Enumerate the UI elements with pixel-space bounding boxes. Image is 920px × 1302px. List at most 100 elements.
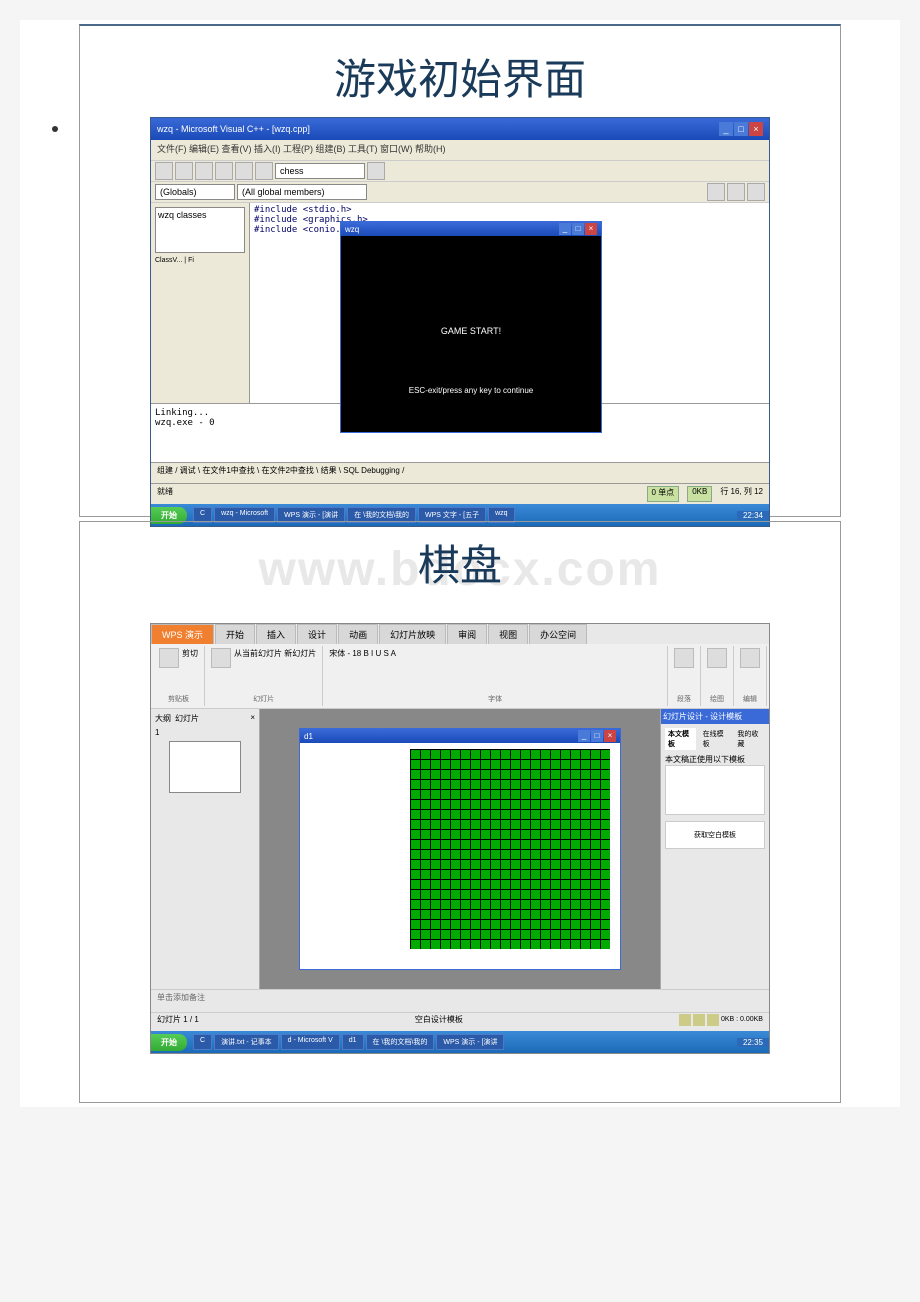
- tree-tabs[interactable]: ClassV... | Fi: [155, 257, 245, 264]
- status-icons: 0KB : 0.00KB: [679, 1014, 763, 1030]
- status-badge-1: 0 单点: [647, 486, 680, 502]
- task-item[interactable]: d1: [342, 1034, 364, 1050]
- vc-body: wzq classes ClassV... | Fi #include <std…: [151, 203, 769, 403]
- paste-icon[interactable]: [159, 648, 179, 668]
- maximize-icon[interactable]: □: [572, 223, 584, 235]
- rtab-online[interactable]: 在线模板: [700, 728, 731, 750]
- status-zoom: 0KB : 0.00KB: [721, 1014, 763, 1026]
- vc-menubar[interactable]: 文件(F) 编辑(E) 查看(V) 插入(I) 工程(P) 组建(B) 工具(T…: [151, 140, 769, 161]
- slide-thumbnail[interactable]: [169, 741, 241, 793]
- tab-insert[interactable]: 插入: [256, 624, 296, 644]
- tab-anim[interactable]: 动画: [338, 624, 378, 644]
- tool-cut-icon[interactable]: [215, 162, 233, 180]
- vc-toolbar-1: [151, 161, 769, 182]
- task-item[interactable]: 在 \我的文档\我的: [366, 1034, 435, 1050]
- tab-review[interactable]: 审阅: [447, 624, 487, 644]
- game-window-buttons: _ □ ×: [559, 223, 597, 235]
- group-label: 绘图: [707, 694, 727, 704]
- vc-screenshot: wzq - Microsoft Visual C++ - [wzq.cpp] _…: [150, 117, 770, 527]
- status-template: 空白设计模板: [415, 1014, 463, 1030]
- vc-title-text: wzq - Microsoft Visual C++ - [wzq.cpp]: [157, 124, 310, 134]
- tab-design[interactable]: 设计: [297, 624, 337, 644]
- tool-new-icon[interactable]: [155, 162, 173, 180]
- tool-compile-icon[interactable]: [707, 183, 725, 201]
- board-grid: [410, 749, 610, 949]
- tool-paste-icon[interactable]: [255, 162, 273, 180]
- ribbon-para: 段落: [668, 646, 701, 706]
- tool-find-icon[interactable]: [367, 162, 385, 180]
- tab-slides[interactable]: 幻灯片: [175, 713, 199, 724]
- vc-output-tabs[interactable]: 组建 / 调试 \ 在文件1中查找 \ 在文件2中查找 \ 结果 \ SQL D…: [151, 462, 769, 483]
- maximize-icon[interactable]: □: [591, 730, 603, 742]
- task-item[interactable]: WPS 演示 - [演讲: [436, 1034, 504, 1050]
- tray-clock[interactable]: 22:35: [737, 1038, 769, 1047]
- combo-globals[interactable]: [155, 184, 235, 200]
- clip-labels[interactable]: 剪切: [182, 648, 198, 668]
- wps-main-tabs: WPS 演示 开始 插入 设计 动画 幻灯片放映 审阅 视图 办公空间: [151, 624, 769, 644]
- close-icon[interactable]: ×: [250, 713, 255, 724]
- task-item[interactable]: 演讲.txt - 记事本: [214, 1034, 279, 1050]
- vc-titlebar: wzq - Microsoft Visual C++ - [wzq.cpp] _…: [151, 118, 769, 140]
- view-show-icon[interactable]: [707, 1014, 719, 1026]
- tool-save-icon[interactable]: [195, 162, 213, 180]
- taskbar-2: 开始 C 演讲.txt - 记事本 d - Microsoft V d1 在 \…: [151, 1031, 769, 1053]
- blank-template-button[interactable]: 获取空白模板: [665, 821, 765, 849]
- rtab-local[interactable]: 本文模板: [665, 728, 696, 750]
- tool-run-icon[interactable]: [747, 183, 765, 201]
- combo-chess[interactable]: [275, 163, 365, 179]
- wps-statusbar: 幻灯片 1 / 1 空白设计模板 0KB : 0.00KB: [151, 1012, 769, 1031]
- task-item[interactable]: C: [193, 1034, 212, 1050]
- tool-copy-icon[interactable]: [235, 162, 253, 180]
- ribbon-draw: 绘图: [701, 646, 734, 706]
- game-hint-text: ESC-exit/press any key to continue: [341, 386, 601, 395]
- shape-icon[interactable]: [707, 648, 727, 668]
- minimize-icon[interactable]: _: [559, 223, 571, 235]
- align-icon[interactable]: [674, 648, 694, 668]
- d1-window-buttons: _ □ ×: [578, 730, 616, 742]
- start-button[interactable]: 开始: [151, 1034, 187, 1051]
- class-tree[interactable]: wzq classes: [155, 207, 245, 253]
- close-icon[interactable]: ×: [749, 122, 763, 136]
- tab-view[interactable]: 视图: [488, 624, 528, 644]
- combo-members[interactable]: [237, 184, 367, 200]
- panel-tabs: 大纲 幻灯片 ×: [155, 713, 255, 724]
- view-sorter-icon[interactable]: [693, 1014, 705, 1026]
- tool-open-icon[interactable]: [175, 162, 193, 180]
- section-1-title: 游戏初始界面: [80, 26, 840, 117]
- section-2-title: 棋盘: [80, 522, 840, 603]
- tray-clock[interactable]: 22:34: [737, 511, 769, 520]
- notes-area[interactable]: 单击添加备注: [151, 989, 769, 1012]
- slide-labels[interactable]: 从当前幻灯片 新幻灯片: [234, 648, 316, 668]
- find-icon[interactable]: [740, 648, 760, 668]
- ribbon-clipboard: 剪切 剪贴板: [153, 646, 205, 706]
- game-titlebar: wzq _ □ ×: [341, 222, 601, 236]
- right-header: 幻灯片设计 - 设计模板: [661, 709, 769, 724]
- template-preview[interactable]: [665, 765, 765, 815]
- close-icon[interactable]: ×: [585, 223, 597, 235]
- maximize-icon[interactable]: □: [734, 122, 748, 136]
- ribbon-font: 宋体 - 18 B I U S A 字体: [323, 646, 668, 706]
- section-2: www.bdocx.com 棋盘 WPS 演示 开始 插入 设计 动画 幻灯片放…: [79, 521, 841, 1103]
- status-rowcol: 行 16, 列 12: [720, 486, 763, 502]
- minimize-icon[interactable]: _: [719, 122, 733, 136]
- tab-outline[interactable]: 大纲: [155, 713, 171, 724]
- group-label: 幻灯片: [211, 694, 316, 704]
- d1-window: d1 _ □ ×: [299, 728, 621, 970]
- newslide-icon[interactable]: [211, 648, 231, 668]
- font-controls[interactable]: 宋体 - 18 B I U S A: [329, 648, 661, 659]
- tool-build-icon[interactable]: [727, 183, 745, 201]
- close-icon[interactable]: ×: [604, 730, 616, 742]
- view-normal-icon[interactable]: [679, 1014, 691, 1026]
- tab-start[interactable]: 开始: [215, 624, 255, 644]
- d1-titlebar: d1 _ □ ×: [300, 729, 620, 743]
- group-label: 字体: [329, 694, 661, 704]
- task-item[interactable]: d - Microsoft V: [281, 1034, 340, 1050]
- bullet-icon: [52, 126, 58, 132]
- tab-office[interactable]: 办公空间: [529, 624, 587, 644]
- wps-slides-panel: 大纲 幻灯片 × 1: [151, 709, 260, 989]
- tab-wps[interactable]: WPS 演示: [151, 624, 214, 644]
- minimize-icon[interactable]: _: [578, 730, 590, 742]
- rtab-fav[interactable]: 我的收藏: [734, 728, 765, 750]
- ribbon-slide: 从当前幻灯片 新幻灯片 幻灯片: [205, 646, 323, 706]
- tab-slideshow[interactable]: 幻灯片放映: [379, 624, 446, 644]
